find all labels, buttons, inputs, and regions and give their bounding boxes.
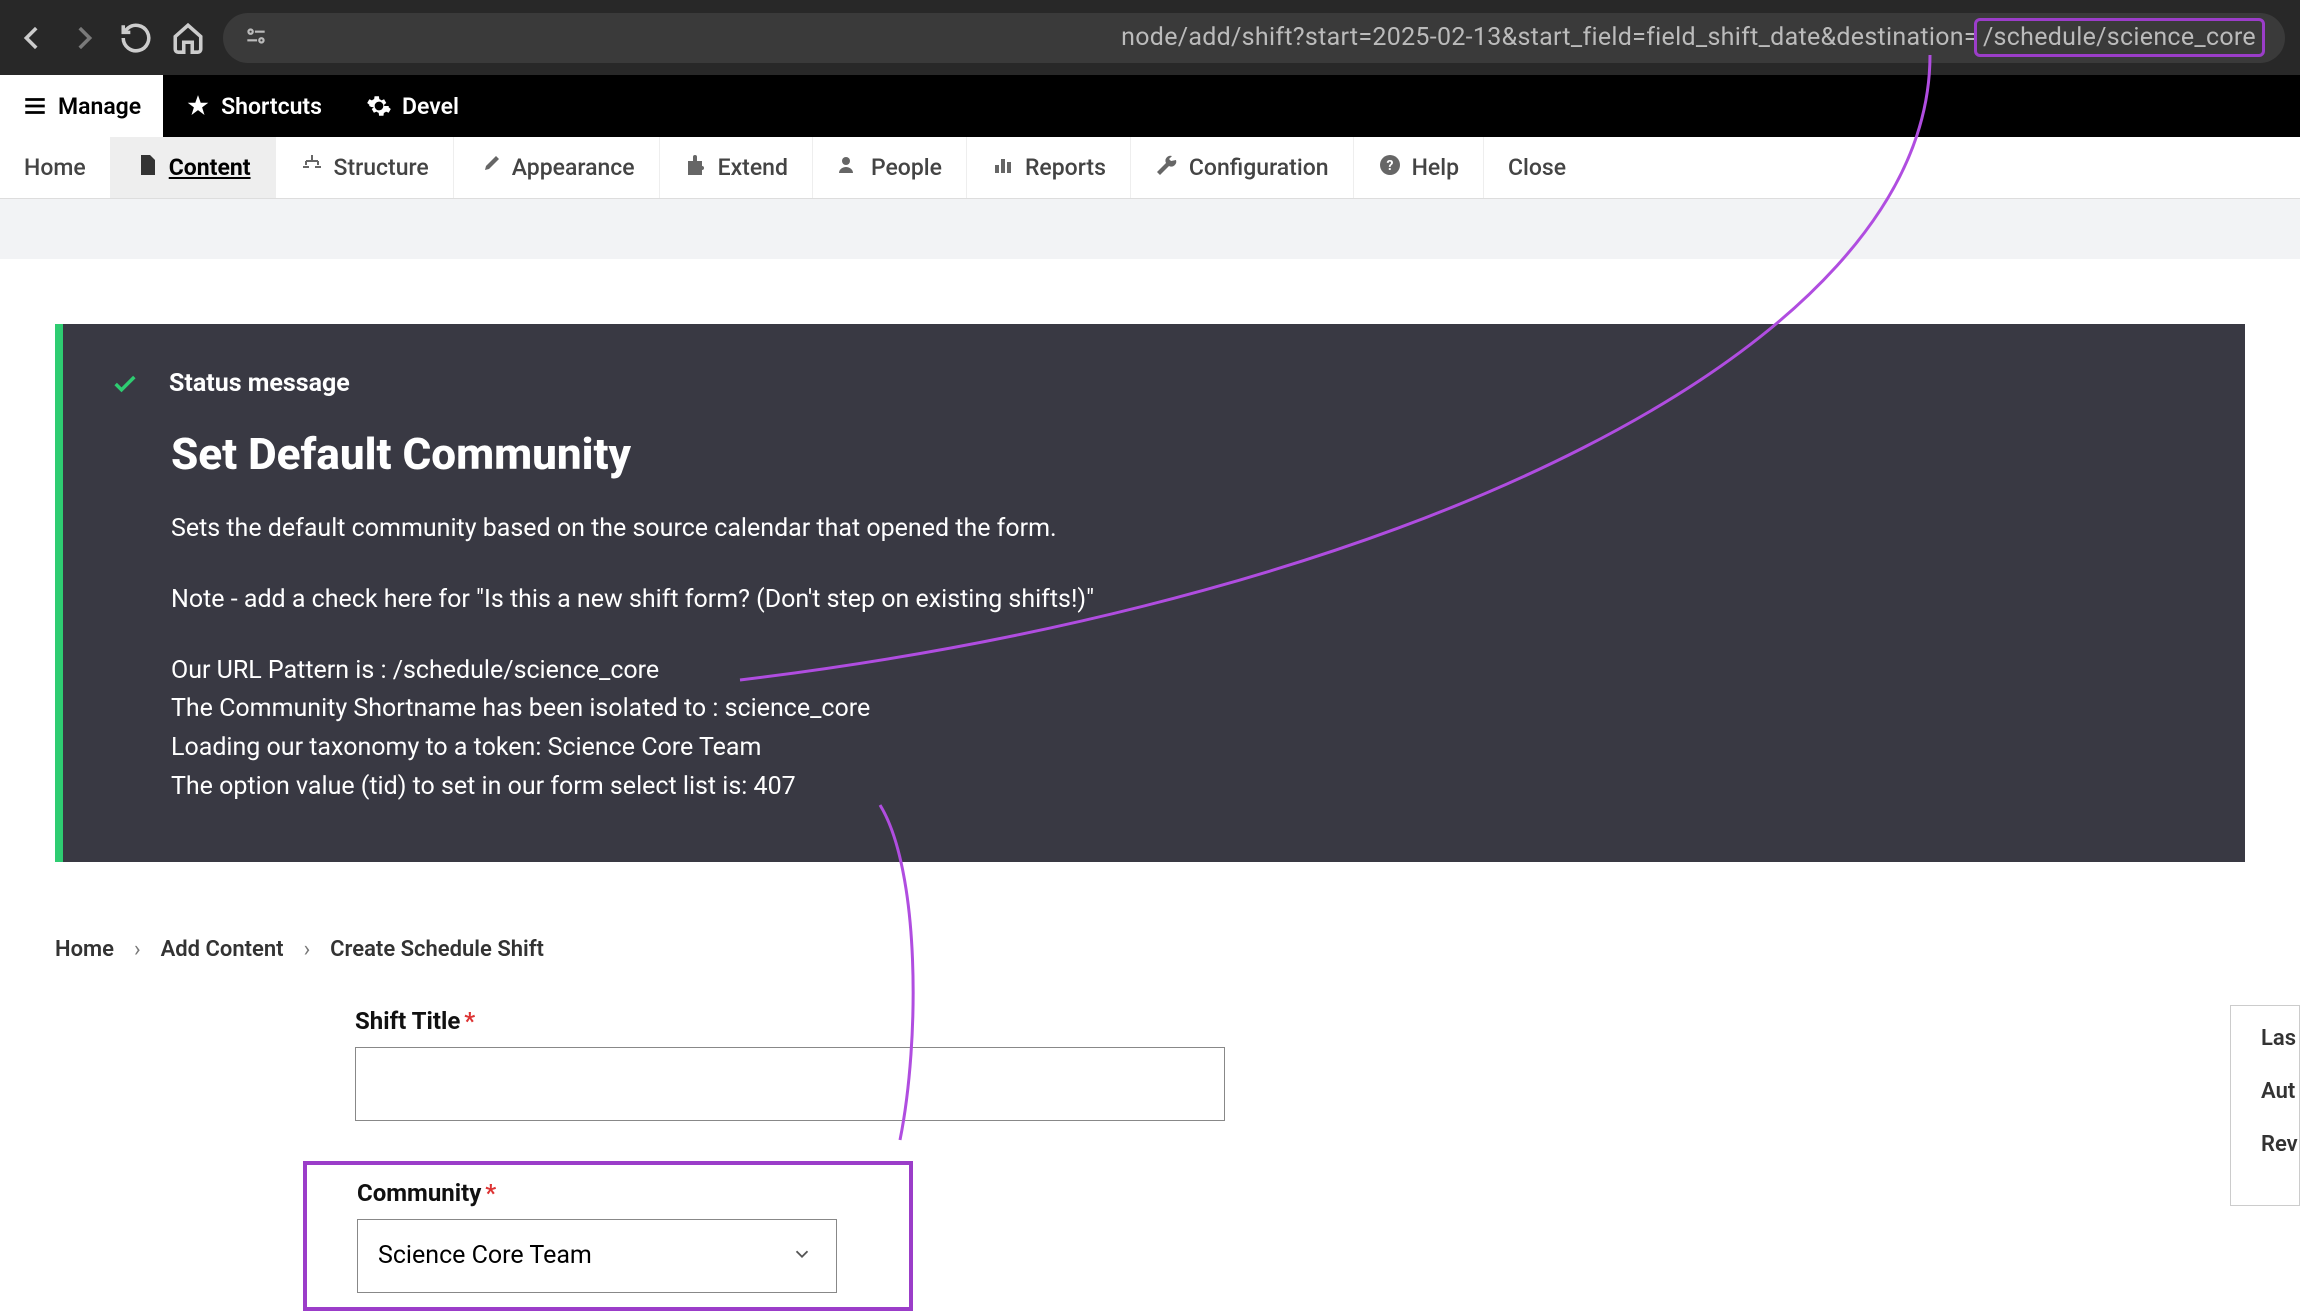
paintbrush-icon: [478, 153, 502, 183]
status-line: Sets the default community based on the …: [171, 510, 2195, 549]
gear-icon: [366, 93, 392, 119]
structure-icon: [300, 153, 324, 183]
community-select[interactable]: Science Core Team: [357, 1219, 837, 1293]
reload-button[interactable]: [119, 21, 153, 55]
form-area: Shift Title* Community* Science Core Tea…: [355, 1007, 2245, 1311]
shortcuts-label: Shortcuts: [221, 93, 322, 120]
status-line: Our URL Pattern is : /schedule/science_c…: [171, 652, 2195, 691]
svg-text:?: ?: [1386, 158, 1393, 174]
shortcuts-link[interactable]: Shortcuts: [163, 75, 344, 137]
page-header-area: [0, 199, 2300, 259]
check-icon: [111, 370, 139, 398]
required-marker: *: [464, 1007, 475, 1035]
url-text: node/add/shift?start=2025-02-13&start_fi…: [1121, 23, 2265, 52]
admin-home[interactable]: Home: [0, 137, 111, 198]
manage-label: Manage: [58, 93, 141, 120]
toolbar-manage: Manage Shortcuts Devel: [0, 75, 2300, 137]
url-bar[interactable]: node/add/shift?start=2025-02-13&start_fi…: [223, 13, 2285, 63]
side-panel-item: Las: [2261, 1026, 2299, 1051]
document-icon: [135, 153, 159, 183]
status-label: Status message: [169, 369, 350, 398]
status-title: Set Default Community: [171, 428, 2195, 480]
admin-reports[interactable]: Reports: [967, 137, 1131, 198]
browser-chrome: node/add/shift?start=2025-02-13&start_fi…: [0, 0, 2300, 75]
shift-title-input[interactable]: [355, 1047, 1225, 1121]
admin-extend[interactable]: Extend: [660, 137, 813, 198]
admin-structure[interactable]: Structure: [276, 137, 454, 198]
breadcrumb-separator: ›: [304, 937, 311, 962]
status-accent-bar: [55, 324, 63, 862]
admin-close[interactable]: Close: [1484, 137, 1590, 198]
status-body: Sets the default community based on the …: [171, 510, 2195, 807]
wrench-icon: [1155, 153, 1179, 183]
breadcrumb-add-content[interactable]: Add Content: [161, 937, 284, 962]
side-panel: Las Aut Rev: [2230, 1005, 2300, 1206]
community-highlight-box: Community* Science Core Team: [303, 1161, 913, 1311]
help-icon: ?: [1378, 153, 1402, 183]
admin-help[interactable]: ? Help: [1354, 137, 1484, 198]
back-button[interactable]: [15, 21, 49, 55]
people-icon: [837, 153, 861, 183]
breadcrumb: Home › Add Content › Create Schedule Shi…: [55, 937, 2245, 962]
hamburger-icon: [22, 93, 48, 119]
url-highlight: /schedule/science_core: [1974, 18, 2265, 57]
puzzle-icon: [684, 153, 708, 183]
site-settings-icon[interactable]: [243, 23, 269, 53]
admin-configuration[interactable]: Configuration: [1131, 137, 1354, 198]
admin-appearance[interactable]: Appearance: [454, 137, 660, 198]
breadcrumb-home[interactable]: Home: [55, 937, 114, 962]
admin-content[interactable]: Content: [111, 137, 276, 198]
status-line: Loading our taxonomy to a token: Science…: [171, 729, 2195, 768]
devel-label: Devel: [402, 93, 459, 120]
side-panel-item: Rev: [2261, 1132, 2299, 1157]
required-marker: *: [485, 1179, 496, 1207]
admin-menu: Home Content Structure Appearance Extend…: [0, 137, 2300, 199]
status-message: Status message Set Default Community Set…: [55, 324, 2245, 862]
shift-title-label: Shift Title*: [355, 1007, 2245, 1035]
status-line: The Community Shortname has been isolate…: [171, 690, 2195, 729]
shift-title-field: Shift Title*: [355, 1007, 2245, 1121]
admin-people[interactable]: People: [813, 137, 967, 198]
breadcrumb-separator: ›: [134, 937, 141, 962]
community-label: Community*: [357, 1179, 859, 1207]
community-field: Community* Science Core Team: [357, 1179, 859, 1293]
home-button[interactable]: [171, 21, 205, 55]
status-line: The option value (tid) to set in our for…: [171, 768, 2195, 807]
side-panel-item: Aut: [2261, 1079, 2299, 1104]
manage-toggle[interactable]: Manage: [0, 75, 163, 137]
breadcrumb-current: Create Schedule Shift: [330, 937, 544, 962]
bar-chart-icon: [991, 153, 1015, 183]
forward-button[interactable]: [67, 21, 101, 55]
star-icon: [185, 93, 211, 119]
status-line: Note - add a check here for "Is this a n…: [171, 581, 2195, 620]
devel-link[interactable]: Devel: [344, 75, 481, 137]
